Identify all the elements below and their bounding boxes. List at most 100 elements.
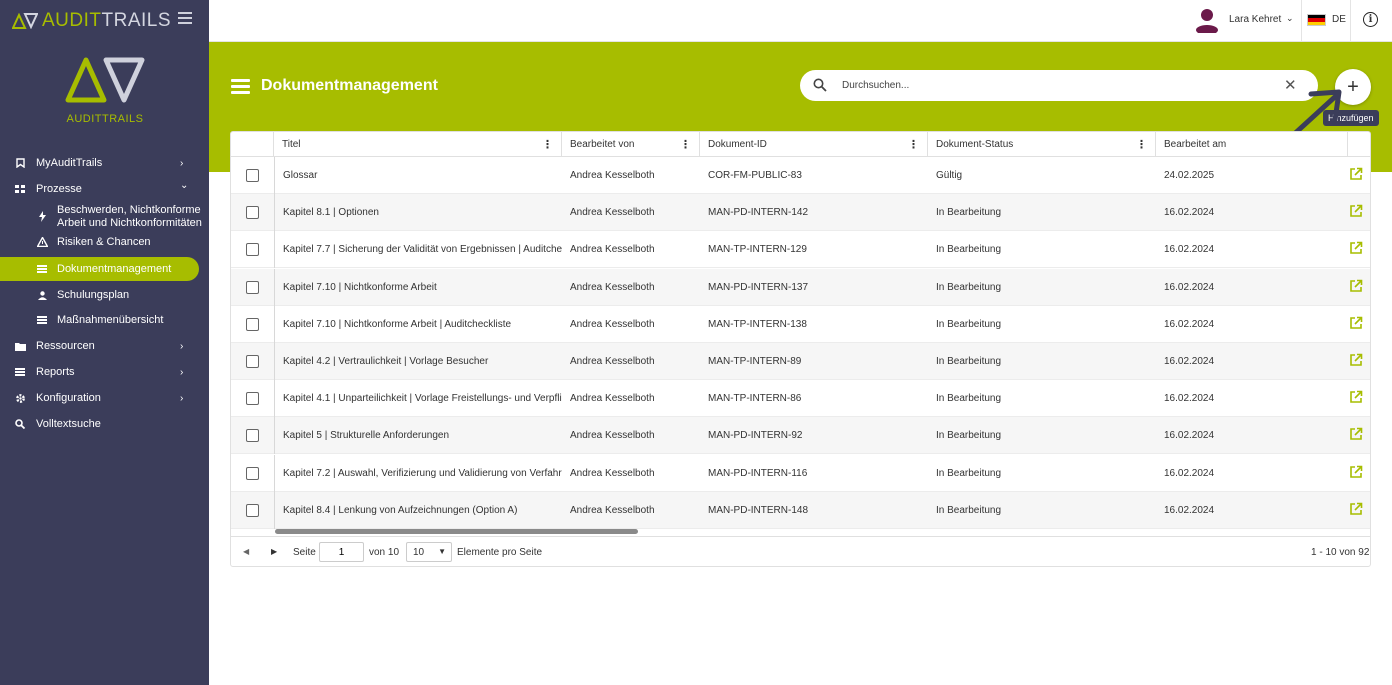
row-checkbox[interactable] xyxy=(246,169,259,182)
cell-bearbeitet-am: 16.02.2024 xyxy=(1164,504,1215,516)
table-row[interactable]: Kapitel 4.2 | Vertraulichkeit | Vorlage … xyxy=(231,343,1370,380)
column-header-bearbeitet-am[interactable]: Bearbeitet am xyxy=(1156,132,1348,157)
sidebar-item-konfiguration[interactable]: Konfiguration › xyxy=(0,387,209,409)
list-icon xyxy=(36,314,48,326)
sidebar: AUDITTRAILS AUDITTRAILS MyAuditTrails › … xyxy=(0,0,209,685)
table-row[interactable]: Kapitel 7.10 | Nichtkonforme Arbeit Andre… xyxy=(231,268,1370,306)
column-header-dokument-id[interactable]: Dokument-ID ⋮ xyxy=(700,132,928,157)
open-external-icon[interactable] xyxy=(1349,316,1363,330)
column-header-select xyxy=(231,132,274,157)
avatar[interactable] xyxy=(1194,7,1220,35)
row-checkbox[interactable] xyxy=(246,206,259,220)
open-external-icon[interactable] xyxy=(1349,167,1363,181)
next-page-icon[interactable]: ▶ xyxy=(271,547,277,556)
table-row[interactable]: Glossar Andrea Kesselboth COR-FM-PUBLIC-83… xyxy=(231,157,1370,194)
people-icon xyxy=(36,289,48,301)
cell-titel: Kapitel 8.4 | Lenkung von Aufzeichnungen… xyxy=(274,491,562,529)
cell-dokument-id: MAN-TP-INTERN-129 xyxy=(708,244,807,256)
column-header-titel[interactable]: Titel ⋮ xyxy=(274,132,562,157)
open-external-icon[interactable] xyxy=(1349,204,1363,218)
sidebar-item-volltextsuche[interactable]: Volltextsuche xyxy=(0,413,209,435)
logo-mark-icon xyxy=(12,13,38,29)
sidebar-item-reports[interactable]: Reports › xyxy=(0,361,209,383)
cell-titel: Kapitel 8.1 | Optionen xyxy=(274,194,562,232)
sidebar-item-massnahmen[interactable]: Maßnahmenübersicht xyxy=(0,309,209,331)
cell-dokument-id: MAN-PD-INTERN-137 xyxy=(708,281,809,293)
sidebar-item-schulungsplan[interactable]: Schulungsplan xyxy=(0,284,209,306)
page-label: Seite xyxy=(293,547,316,558)
sidebar-item-dokumentmanagement[interactable]: Dokumentmanagement xyxy=(0,257,199,281)
chevron-right-icon: › xyxy=(180,392,184,404)
cell-dokument-status: In Bearbeitung xyxy=(936,281,1002,293)
cell-titel: Kapitel 7.10 | Nichtkonforme Arbeit xyxy=(274,268,562,306)
info-icon[interactable]: i xyxy=(1363,12,1378,27)
per-page-label: Elemente pro Seite xyxy=(457,547,543,558)
column-header-dokument-status[interactable]: Dokument-Status ⋮ xyxy=(928,132,1156,157)
row-checkbox[interactable] xyxy=(246,243,259,257)
table-row[interactable]: Kapitel 8.4 | Lenkung von Aufzeichnungen… xyxy=(231,491,1370,529)
prev-page-icon[interactable]: ◀ xyxy=(243,547,249,556)
cell-dokument-status: In Bearbeitung xyxy=(936,430,1002,442)
sidebar-item-prozesse[interactable]: Prozesse ⌄ xyxy=(0,178,209,200)
grid-icon xyxy=(14,183,26,195)
search-icon xyxy=(813,78,827,92)
table-row[interactable]: Kapitel 7.7 | Sicherung der Validität vo… xyxy=(231,231,1370,269)
sidebar-item-myaudittrails[interactable]: MyAuditTrails › xyxy=(0,152,209,174)
row-checkbox[interactable] xyxy=(246,466,259,480)
horizontal-scrollbar[interactable] xyxy=(275,529,638,534)
sidebar-item-ressourcen[interactable]: Ressourcen › xyxy=(0,335,209,357)
row-checkbox[interactable] xyxy=(246,429,259,443)
row-checkbox[interactable] xyxy=(246,280,259,294)
cell-titel: Kapitel 5 | Strukturelle Anforderungen xyxy=(274,417,562,455)
column-menu-icon[interactable]: ⋮ xyxy=(542,138,553,151)
page-size-select[interactable]: 10 ▼ xyxy=(406,542,452,562)
table-row[interactable]: Kapitel 7.10 | Nichtkonforme Arbeit | Au… xyxy=(231,305,1370,343)
cell-bearbeitet-von: Andrea Kesselboth xyxy=(570,281,655,293)
cell-bearbeitet-am: 16.02.2024 xyxy=(1164,430,1215,442)
sidebar-item-risiken[interactable]: Risiken & Chancen xyxy=(0,231,209,253)
column-menu-icon[interactable]: ⋮ xyxy=(908,138,919,151)
row-checkbox[interactable] xyxy=(246,503,259,517)
cell-bearbeitet-von: Andrea Kesselboth xyxy=(570,393,655,405)
table-row[interactable]: Kapitel 4.1 | Unparteilichkeit | Vorlage… xyxy=(231,380,1370,418)
open-external-icon[interactable] xyxy=(1349,427,1363,441)
column-menu-icon[interactable]: ⋮ xyxy=(1136,138,1147,151)
page-total: von 10 xyxy=(369,547,400,558)
cell-dokument-id: MAN-PD-INTERN-142 xyxy=(708,207,809,219)
list-icon xyxy=(36,263,48,275)
open-external-icon[interactable] xyxy=(1349,502,1363,516)
chevron-down-icon[interactable]: ⌄ xyxy=(1286,13,1294,24)
row-checkbox[interactable] xyxy=(246,355,259,368)
cell-bearbeitet-von: Andrea Kesselboth xyxy=(570,207,655,219)
open-external-icon[interactable] xyxy=(1349,465,1363,479)
german-flag-icon[interactable] xyxy=(1307,14,1326,26)
cell-dokument-id: MAN-TP-INTERN-86 xyxy=(708,393,802,405)
user-name[interactable]: Lara Kehret xyxy=(1229,14,1281,25)
open-external-icon[interactable] xyxy=(1349,241,1363,255)
table-row[interactable]: Kapitel 7.2 | Auswahl, Verifizierung und… xyxy=(231,454,1370,492)
sidebar-item-label: Maßnahmenübersicht xyxy=(57,314,164,326)
open-external-icon[interactable] xyxy=(1349,279,1363,293)
language-selector[interactable]: DE xyxy=(1332,14,1346,25)
menu-toggle-icon[interactable] xyxy=(178,12,192,26)
bookmark-icon xyxy=(14,157,26,169)
sidebar-item-beschwerden[interactable]: Beschwerden, Nichtkonforme Arbeit und Ni… xyxy=(0,203,209,231)
cell-titel: Kapitel 7.7 | Sicherung der Validität vo… xyxy=(274,231,562,269)
table-row[interactable]: Kapitel 8.1 | Optionen Andrea Kesselboth M… xyxy=(231,194,1370,232)
caret-down-icon: ▼ xyxy=(438,547,446,556)
page-input[interactable] xyxy=(319,542,364,562)
chevron-right-icon: › xyxy=(180,157,184,169)
brand-logo[interactable]: AUDITTRAILS xyxy=(12,10,171,32)
list-icon xyxy=(231,79,250,94)
cell-titel: Kapitel 4.2 | Vertraulichkeit | Vorlage … xyxy=(274,343,562,380)
row-checkbox[interactable] xyxy=(246,392,259,406)
open-external-icon[interactable] xyxy=(1349,353,1363,367)
divider xyxy=(1301,0,1302,42)
search-input[interactable] xyxy=(842,77,1272,94)
table-row[interactable]: Kapitel 5 | Strukturelle Anforderungen An… xyxy=(231,417,1370,455)
chevron-right-icon: › xyxy=(180,340,184,352)
column-menu-icon[interactable]: ⋮ xyxy=(680,138,691,151)
open-external-icon[interactable] xyxy=(1349,390,1363,404)
row-checkbox[interactable] xyxy=(246,317,259,331)
column-header-bearbeitet-von[interactable]: Bearbeitet von ⋮ xyxy=(562,132,700,157)
